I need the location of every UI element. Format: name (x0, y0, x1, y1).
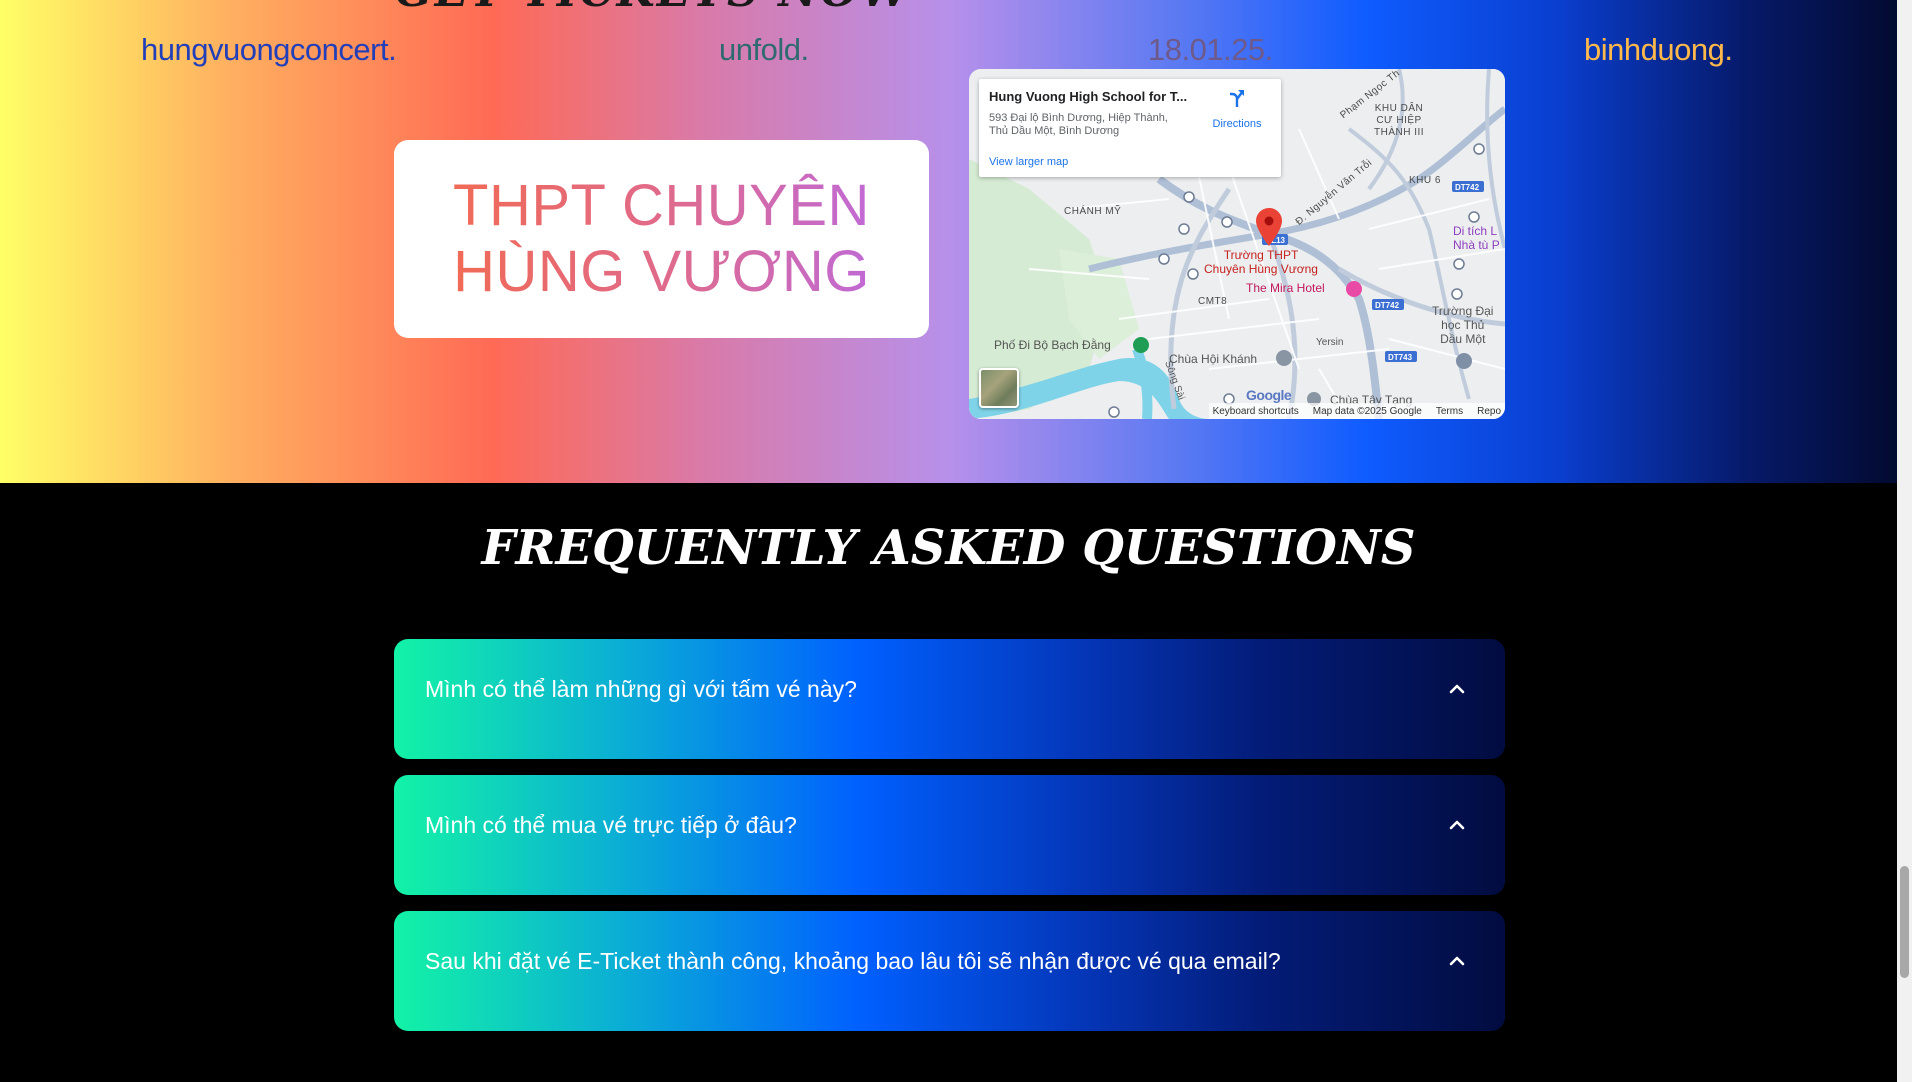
map-label-di-tich: Di tích L Nhà tù P (1453, 224, 1500, 252)
chevron-up-icon[interactable] (1447, 951, 1467, 971)
place-info-card: Hung Vuong High School for T... 593 Đại … (979, 79, 1281, 177)
map-label-chanh-my: CHÁNH MỸ (1064, 206, 1122, 217)
map-label-bach-dang: Phố Đi Bộ Bạch Đằng (994, 338, 1111, 352)
info-handle: hungvuongconcert. (141, 32, 397, 67)
page-scrollbar[interactable] (1897, 0, 1912, 1082)
directions-button[interactable]: Directions (1197, 87, 1277, 131)
faq-question: Sau khi đặt vé E-Ticket thành công, khoả… (425, 948, 1281, 974)
venue-name-line2: HÙNG VƯƠNG (453, 239, 870, 304)
info-location: binhduong. (1584, 32, 1733, 67)
svg-text:DT742: DT742 (1375, 301, 1400, 310)
svg-text:DT742: DT742 (1455, 183, 1480, 192)
faq-title: FREQUENTLY ASKED QUESTIONS (481, 520, 1416, 576)
info-theme: unfold. (719, 32, 809, 67)
info-date: 18.01.25. (1148, 32, 1273, 67)
keyboard-shortcuts-link[interactable]: Keyboard shortcuts (1213, 406, 1299, 417)
google-map-embed[interactable]: DT742 QL13 DT742 DT743 KHU DÂN CƯ HIỆP T… (969, 69, 1505, 419)
view-larger-map-link[interactable]: View larger map (989, 156, 1068, 168)
terms-link[interactable]: Terms (1436, 406, 1463, 417)
faq-question: Mình có thể làm những gì với tấm vé này? (425, 676, 857, 702)
svg-text:DT743: DT743 (1388, 353, 1413, 362)
event-info-section: GET TICKETS NOW hungvuongconcert. unfold… (0, 0, 1897, 483)
map-label-truong-dai-hoc: Trường Đại học Thủ Dầu Một (1432, 304, 1494, 346)
place-title: Hung Vuong High School for T... (989, 89, 1188, 104)
place-address-line1: 593 Đại lộ Bình Dương, Hiệp Thành, (989, 112, 1168, 124)
map-label-cmt8: CMT8 (1198, 296, 1228, 307)
location-pin-icon[interactable] (1256, 208, 1282, 246)
map-label-hoi-khanh: Chùa Hội Khánh (1169, 352, 1258, 366)
map-data-attribution: Map data ©2025 Google (1312, 405, 1422, 417)
chevron-up-icon[interactable] (1447, 679, 1467, 699)
faq-item[interactable]: Mình có thể làm những gì với tấm vé này? (394, 639, 1505, 759)
satellite-toggle[interactable] (979, 368, 1019, 408)
map-footer: Keyboard shortcuts Map data ©2025 Google… (1208, 403, 1505, 419)
faq-question: Mình có thể mua vé trực tiếp ở đâu? (425, 812, 797, 838)
place-address-line2: Thủ Dầu Một, Bình Dương (989, 125, 1120, 137)
faq-item[interactable]: Sau khi đặt vé E-Ticket thành công, khoả… (394, 911, 1505, 1031)
map-label-khu6: KHU 6 (1409, 175, 1441, 186)
map-label-khu-dan-cu: KHU DÂN CƯ HIỆP THÀNH III (1374, 103, 1425, 138)
section-heading-cut-off: GET TICKETS NOW (395, 0, 910, 17)
venue-name-line1: THPT CHUYÊN (453, 173, 870, 238)
directions-label: Directions (1212, 118, 1262, 130)
report-link[interactable]: Repo (1477, 406, 1501, 417)
faq-item[interactable]: Mình có thể mua vé trực tiếp ở đâu? (394, 775, 1505, 895)
scrollbar-thumb[interactable] (1900, 866, 1909, 978)
map-label-school: Trường THPT Chuyên Hùng Vương (1204, 248, 1318, 276)
map-label-yersin: Yersin (1316, 337, 1344, 348)
venue-card: THPT CHUYÊN HÙNG VƯƠNG (394, 140, 929, 338)
directions-icon (1230, 90, 1244, 107)
map-label-mira-hotel: The Mira Hotel (1246, 281, 1325, 295)
chevron-up-icon[interactable] (1447, 815, 1467, 835)
google-logo: Google (1246, 387, 1292, 403)
